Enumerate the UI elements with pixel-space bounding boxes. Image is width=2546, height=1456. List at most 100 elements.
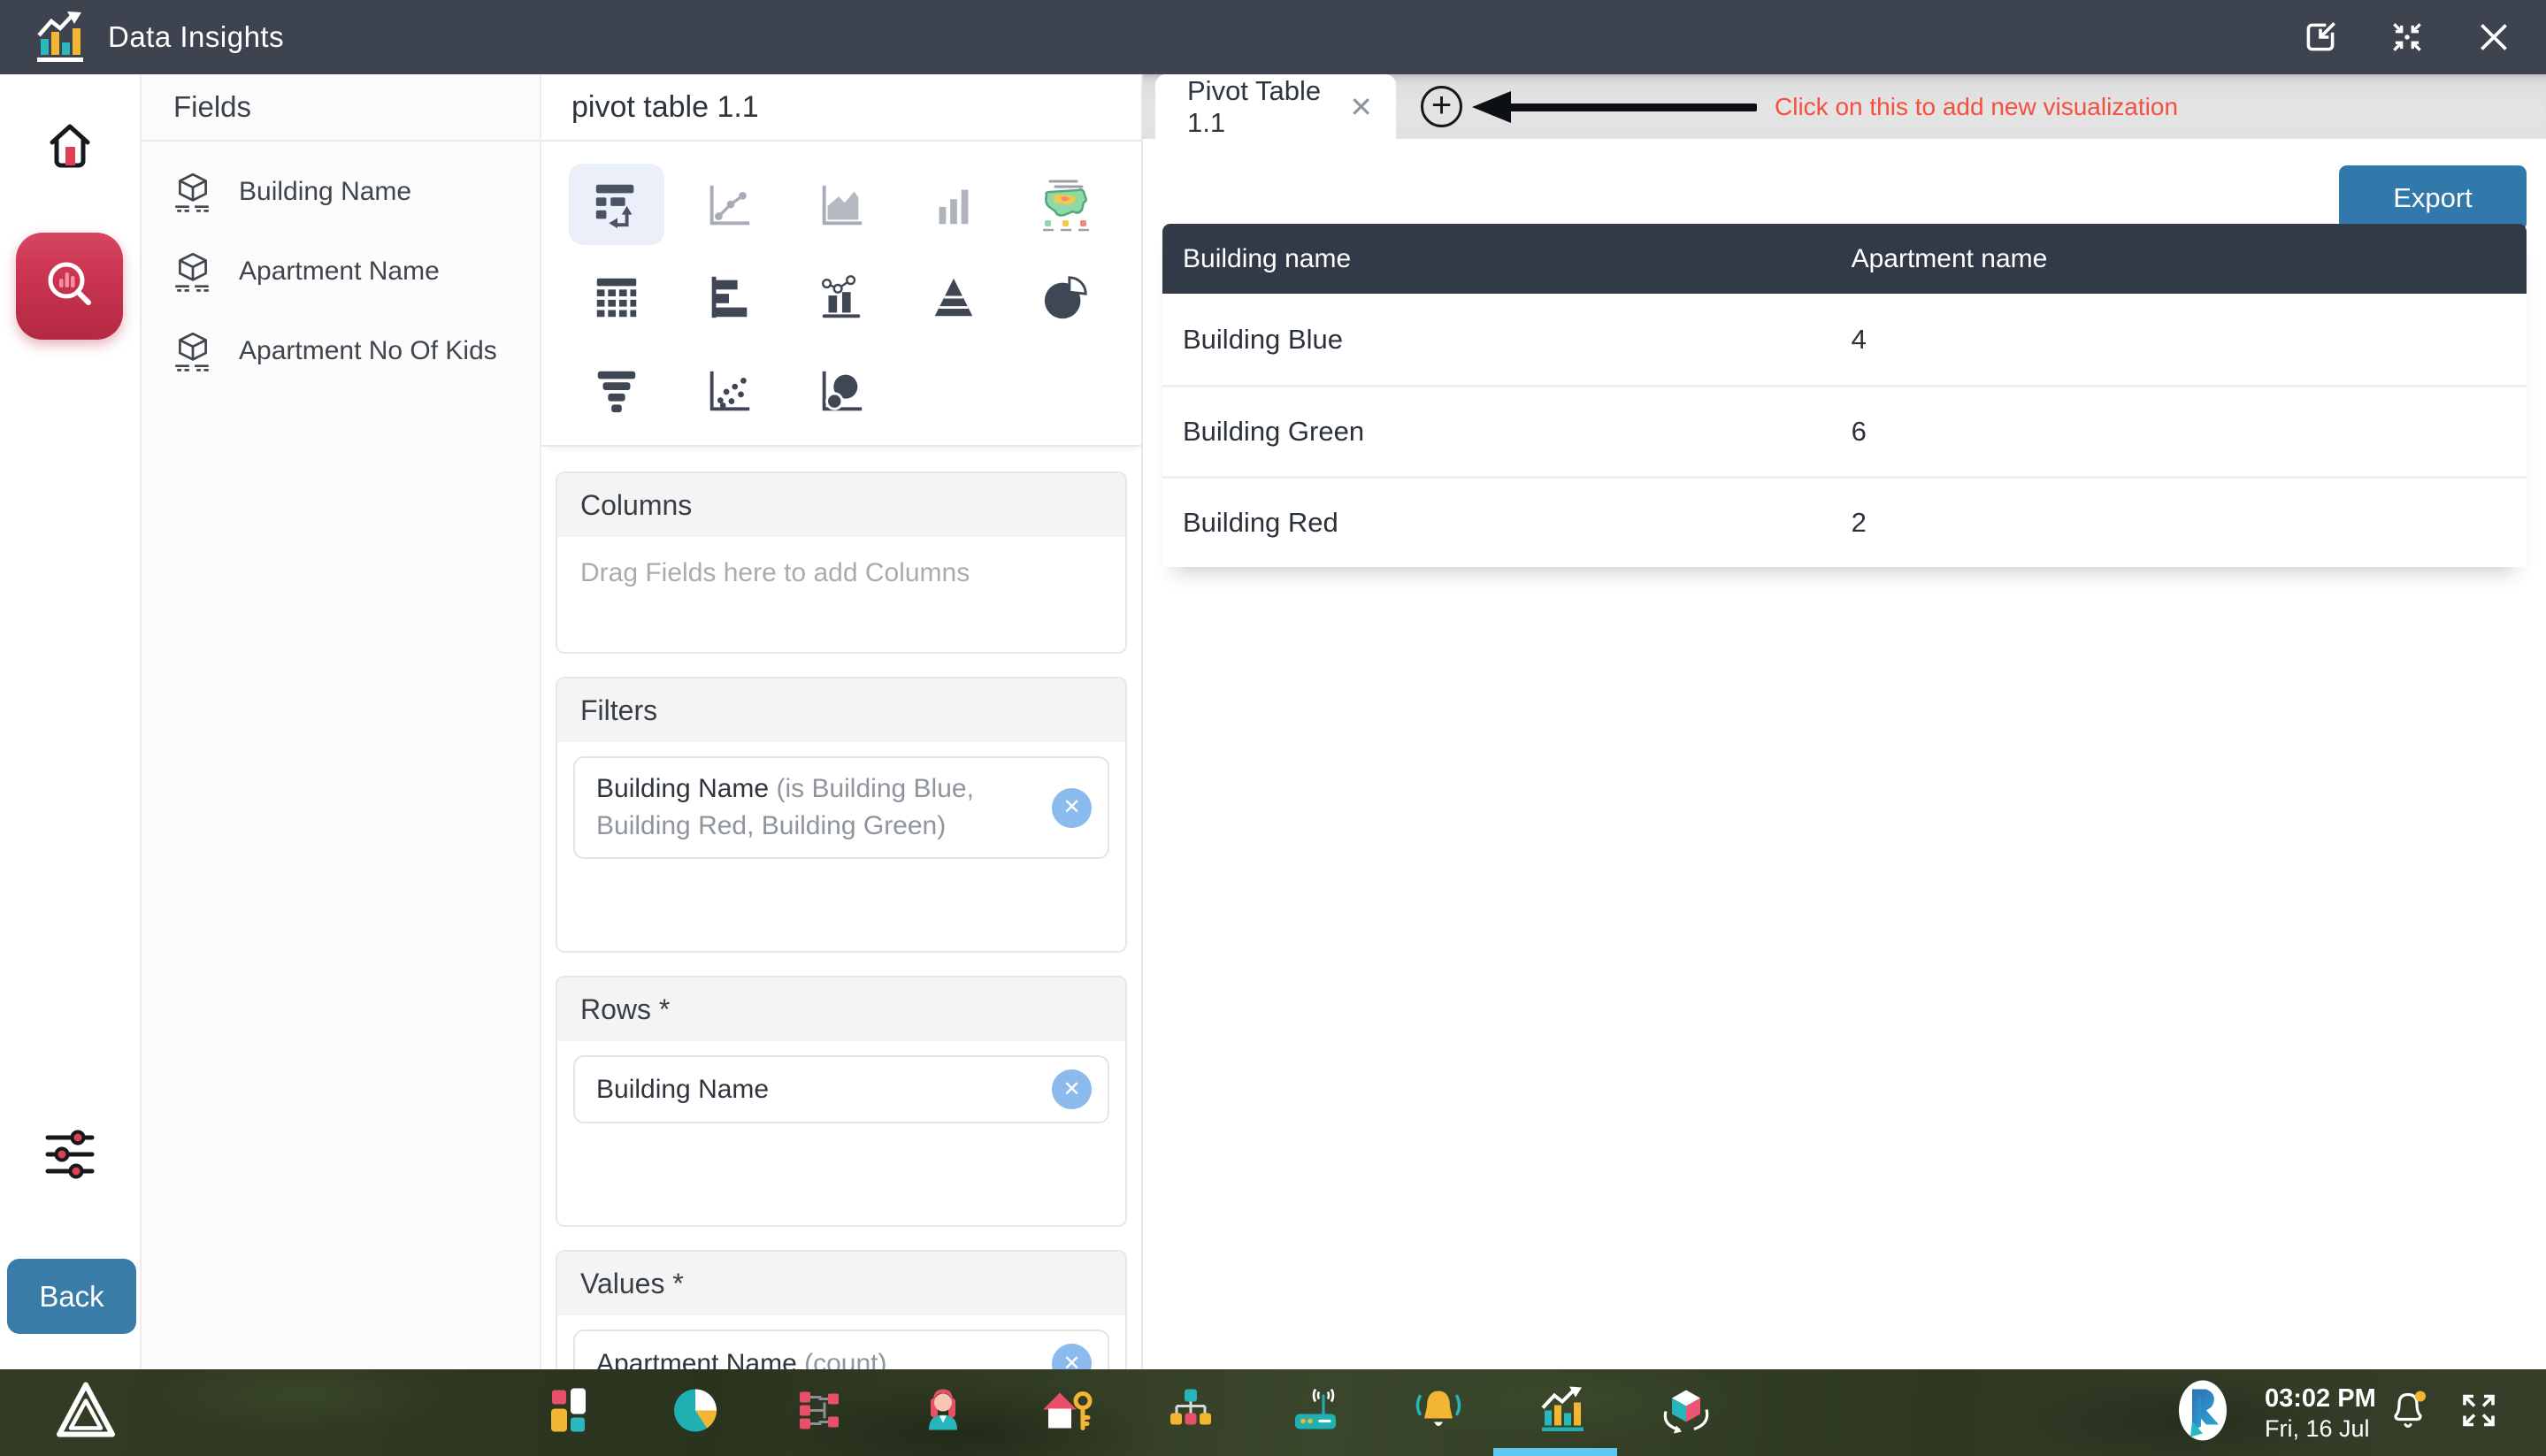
taskbar: 03:02 PM Fri, 16 Jul	[0, 1369, 2546, 1456]
taskbar-app-org-chart-icon[interactable]	[1166, 1386, 1215, 1440]
chart-type-pivot-table[interactable]	[569, 164, 664, 245]
chart-type-map[interactable]	[1018, 164, 1114, 245]
remove-filter-button[interactable]: ✕	[1052, 788, 1092, 828]
cell-building: Building Blue	[1162, 324, 1831, 356]
taskbar-app-dashboard-icon[interactable]	[547, 1386, 596, 1440]
taskbar-app-notifications-icon[interactable]	[1414, 1386, 1463, 1440]
visualization-tabbar: Pivot Table 1.1 ✕ + Click on this to add…	[1143, 74, 2546, 139]
main-area: Pivot Table 1.1 ✕ + Click on this to add…	[1143, 74, 2546, 1369]
table-header-apartment-name: Apartment name	[1831, 244, 2527, 274]
taskbar-app-cube-3d-icon[interactable]	[1660, 1385, 1712, 1441]
cell-count: 4	[1831, 324, 2527, 356]
close-icon[interactable]	[2473, 17, 2514, 57]
taskbar-app-router-icon[interactable]	[1288, 1386, 1341, 1440]
field-label: Building Name	[239, 177, 411, 207]
left-rail: Back	[0, 74, 142, 1369]
tab-label: Pivot Table 1.1	[1187, 75, 1349, 139]
chart-type-combo-chart[interactable]	[794, 257, 889, 338]
chart-type-bar-chart[interactable]	[681, 257, 777, 338]
chart-type-pyramid-chart[interactable]	[906, 257, 1001, 338]
columns-section-title: Columns	[557, 473, 1125, 537]
taskbar-app-user-icon[interactable]	[918, 1386, 968, 1440]
rows-section: Rows * Building Name ✕	[556, 976, 1127, 1227]
clock-time: 03:02 PM	[2265, 1383, 2376, 1414]
visualization-name-input[interactable]: pivot table 1.1	[541, 74, 1141, 142]
titlebar: Data Insights	[0, 0, 2546, 74]
chart-type-table[interactable]	[569, 257, 664, 338]
os-logo-icon[interactable]	[52, 1380, 119, 1446]
chart-type-scatter-plot[interactable]	[681, 349, 777, 431]
back-button[interactable]: Back	[7, 1259, 136, 1334]
company-logo-icon[interactable]	[2169, 1376, 2236, 1451]
fields-panel: Fields Building Name Apartment Name	[142, 74, 541, 1369]
field-item-apartment-name[interactable]: Apartment Name	[142, 232, 540, 311]
pivot-result-table: Building name Apartment name Building Bl…	[1162, 224, 2527, 567]
row-chip-field: Building Name	[596, 1075, 769, 1104]
dimension-cube-icon	[172, 171, 214, 213]
app-body: Back Fields Building Name Ap	[0, 74, 2546, 1369]
visualization-builder-panel: pivot table 1.1	[541, 74, 1143, 1369]
filters-section: Filters Building Name (is Building Blue,…	[556, 677, 1127, 953]
add-visualization-button[interactable]: +	[1421, 86, 1462, 127]
data-insights-app: Data Insights	[0, 0, 2546, 1456]
columns-section: Columns Drag Fields here to add Columns	[556, 471, 1127, 654]
remove-row-button[interactable]: ✕	[1052, 1069, 1092, 1109]
field-list: Building Name Apartment Name Apartment N…	[142, 142, 540, 391]
field-item-apartment-no-of-kids[interactable]: Apartment No Of Kids	[142, 311, 540, 391]
chart-type-pie-chart[interactable]	[1018, 257, 1114, 338]
app-logo-icon	[32, 9, 88, 65]
compress-icon[interactable]	[2387, 17, 2427, 57]
cell-building: Building Green	[1162, 416, 1831, 448]
filters-section-title: Filters	[557, 678, 1125, 742]
settings-sliders-icon[interactable]	[42, 1127, 97, 1186]
insight-search-button[interactable]	[16, 233, 123, 340]
chart-type-funnel-chart[interactable]	[569, 349, 664, 431]
cell-count: 2	[1831, 507, 2527, 539]
dimension-cube-icon	[172, 250, 214, 293]
cell-count: 6	[1831, 416, 2527, 448]
app-title: Data Insights	[108, 20, 284, 54]
table-header-row: Building name Apartment name	[1162, 224, 2527, 294]
filters-dropzone[interactable]: Building Name (is Building Blue, Buildin…	[557, 756, 1125, 951]
cell-building: Building Red	[1162, 507, 1831, 539]
fullscreen-icon[interactable]	[2456, 1388, 2502, 1438]
empty-cell	[1018, 349, 1114, 431]
table-row: Building Blue 4	[1162, 294, 2527, 385]
rows-section-title: Rows *	[557, 977, 1125, 1041]
chart-type-picker	[541, 142, 1141, 447]
taskbar-app-data-insights-icon[interactable]	[1536, 1384, 1589, 1442]
table-header-building-name: Building name	[1162, 244, 1831, 274]
chart-type-line-chart[interactable]	[681, 164, 777, 245]
field-item-building-name[interactable]: Building Name	[142, 152, 540, 232]
chart-type-area-chart[interactable]	[794, 164, 889, 245]
filter-chip-field: Building Name	[596, 774, 769, 803]
taskbar-app-decision-tree-icon[interactable]	[794, 1386, 844, 1440]
tab-pivot-table-1-1[interactable]: Pivot Table 1.1 ✕	[1155, 74, 1396, 139]
row-chip[interactable]: Building Name ✕	[573, 1055, 1109, 1123]
columns-drop-placeholder: Drag Fields here to add Columns	[557, 537, 1125, 609]
taskbar-clock: 03:02 PM Fri, 16 Jul	[2265, 1383, 2376, 1443]
chart-type-bubble-chart[interactable]	[794, 349, 889, 431]
dimension-cube-icon	[172, 330, 214, 372]
home-icon[interactable]	[42, 118, 98, 179]
annotation-text: Click on this to add new visualization	[1775, 74, 2178, 139]
chart-type-column-chart[interactable]	[906, 164, 1001, 245]
export-button[interactable]: Export	[2339, 165, 2527, 231]
rows-dropzone[interactable]: Building Name ✕	[557, 1055, 1125, 1225]
empty-cell	[906, 349, 1001, 431]
field-label: Apartment Name	[239, 257, 440, 287]
fields-panel-title: Fields	[142, 74, 540, 142]
annotation-arrow	[1469, 88, 1764, 126]
field-label: Apartment No Of Kids	[239, 336, 497, 366]
clock-date: Fri, 16 Jul	[2265, 1414, 2376, 1443]
columns-dropzone[interactable]: Drag Fields here to add Columns	[557, 537, 1125, 652]
values-section-title: Values *	[557, 1252, 1125, 1315]
status-bell-icon[interactable]	[2383, 1386, 2433, 1440]
visualization-content: Export Building name Apartment name Buil…	[1143, 139, 2546, 1369]
pop-in-window-icon[interactable]	[2300, 17, 2341, 57]
taskbar-app-pie-chart-icon[interactable]	[671, 1386, 720, 1440]
filter-chip[interactable]: Building Name (is Building Blue, Buildin…	[573, 756, 1109, 859]
taskbar-app-home-key-icon[interactable]	[1040, 1386, 1093, 1440]
table-row: Building Green 6	[1162, 385, 2527, 476]
tab-close-icon[interactable]: ✕	[1349, 90, 1373, 124]
